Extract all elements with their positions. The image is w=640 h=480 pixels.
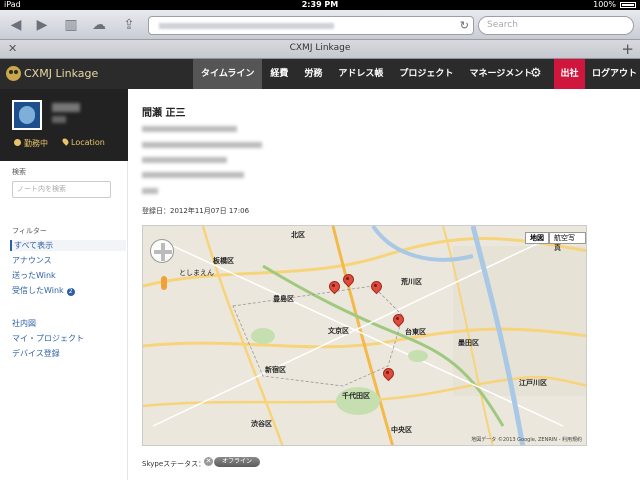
filter-section-title: フィルター — [12, 227, 47, 235]
note-search-input[interactable]: ノート内を検索 — [12, 181, 111, 198]
map-marker[interactable] — [383, 368, 392, 381]
profile-name-blurred — [52, 103, 80, 112]
battery-icon — [620, 2, 636, 8]
filter-received-wink-label: 受信したWink — [12, 286, 64, 295]
gear-icon[interactable]: ⚙ — [530, 66, 542, 81]
link-my-project[interactable]: マイ・プロジェクト — [12, 333, 84, 344]
map-marker[interactable] — [329, 281, 338, 294]
map-label-itabashi: 板橋区 — [213, 257, 234, 265]
map-label-bunkyo: 文京区 — [328, 327, 349, 335]
filter-announce[interactable]: アナウンス — [12, 255, 52, 266]
map-marker[interactable] — [343, 274, 352, 287]
nav-timeline[interactable]: タイムライン — [193, 59, 263, 89]
detail-line-blurred — [142, 172, 244, 178]
filter-received-wink[interactable]: 受信したWink 2 — [12, 285, 75, 296]
map-type-map-button[interactable]: 地図 — [525, 232, 549, 244]
map-label-chuo: 中央区 — [391, 426, 412, 434]
map-label-edogawa: 江戸川区 — [519, 379, 547, 387]
person-name: 間瀬 正三 — [142, 108, 186, 119]
location-map[interactable]: 地図 航空写真 北区 荒川区 板橋区 豊島区 文京区 台東区 墨田区 新宿区 千… — [142, 225, 587, 446]
logout-button[interactable]: ログアウト — [592, 59, 637, 89]
registered-date: 登録日：2012年11月07日 17:06 — [142, 207, 250, 215]
map-label-taito: 台東区 — [405, 328, 426, 336]
browser-toolbar: ◀ ▶ ▥ ☁ ⇪ ↻ Search — [0, 10, 640, 40]
map-label-toshimaen: としまえん — [179, 269, 214, 277]
detail-line-blurred — [142, 188, 158, 194]
new-tab-icon[interactable]: + — [621, 40, 634, 58]
nav-expenses[interactable]: 経費 — [262, 59, 296, 89]
profile-card: 勤務中 Location — [0, 89, 128, 161]
map-roads — [143, 226, 586, 445]
map-label-kita: 北区 — [291, 231, 305, 239]
filter-all[interactable]: すべて表示 — [10, 240, 126, 251]
map-pan-control[interactable] — [150, 239, 174, 263]
search-input[interactable]: Search — [478, 16, 634, 35]
bookmarks-icon[interactable]: ▥ — [62, 16, 80, 34]
map-copyright: 地図データ ©2013 Google, ZENRIN - 利用規約 — [471, 437, 582, 443]
share-icon[interactable]: ⇪ — [120, 16, 138, 34]
map-label-toshima: 豊島区 — [273, 295, 294, 303]
main-nav: タイムライン 経費 労務 アドレス帳 プロジェクト マネージメント — [193, 59, 540, 89]
skype-status-badge[interactable]: オフライン — [214, 457, 260, 467]
street-view-pegman-icon[interactable] — [161, 276, 167, 290]
tab-title[interactable]: CXMJ Linkage — [0, 43, 640, 53]
url-field[interactable]: ↻ — [148, 16, 474, 35]
detail-line-blurred — [142, 157, 227, 163]
map-label-shinjuku: 新宿区 — [265, 366, 286, 374]
nav-project[interactable]: プロジェクト — [391, 59, 461, 89]
icloud-icon[interactable]: ☁ — [90, 16, 108, 34]
map-label-arakawa: 荒川区 — [401, 278, 422, 286]
search-section-title: 検索 — [12, 168, 26, 176]
location-link[interactable]: Location — [61, 137, 105, 147]
map-label-chiyoda: 千代田区 — [342, 392, 370, 400]
app-header: CXMJ Linkage タイムライン 経費 労務 アドレス帳 プロジェクト マ… — [0, 59, 640, 89]
map-label-shibuya: 渋谷区 — [251, 420, 272, 428]
skype-offline-icon: ✕ — [204, 457, 213, 466]
owl-logo-icon — [6, 66, 21, 81]
detail-line-blurred — [142, 126, 237, 132]
nav-address-book[interactable]: アドレス帳 — [330, 59, 391, 89]
battery-percent: 100% — [593, 0, 616, 9]
sidebar: 勤務中 Location 検索 ノート内を検索 フィルター すべて表示 アナウン… — [0, 89, 128, 480]
profile-subtitle-blurred — [52, 116, 66, 123]
filter-sent-wink[interactable]: 送ったWink — [12, 270, 56, 281]
nav-management[interactable]: マネージメント — [461, 59, 540, 89]
skype-status-label: Skypeステータス： — [142, 460, 206, 468]
work-status[interactable]: 勤務中 — [14, 138, 48, 149]
reload-icon[interactable]: ↻ — [460, 17, 469, 34]
link-office-map[interactable]: 社内図 — [12, 318, 36, 329]
link-device-register[interactable]: デバイス登録 — [12, 348, 60, 359]
nav-labor[interactable]: 労務 — [296, 59, 330, 89]
avatar[interactable] — [12, 100, 42, 130]
map-type-satellite-button[interactable]: 航空写真 — [549, 232, 586, 252]
url-text — [159, 23, 334, 29]
wink-count-badge: 2 — [66, 288, 75, 296]
back-arrow-icon[interactable]: ◀ — [8, 16, 24, 34]
brand-name[interactable]: CXMJ Linkage — [24, 67, 98, 80]
main-content: 間瀬 正三 登録日：2012年11月07日 17:06 地図 航空写真 北区 荒… — [128, 89, 640, 480]
person-icon — [14, 139, 21, 146]
map-marker[interactable] — [371, 281, 380, 294]
location-label: Location — [71, 138, 105, 147]
map-label-sumida: 墨田区 — [458, 339, 479, 347]
forward-arrow-icon[interactable]: ▶ — [34, 16, 50, 34]
detail-line-blurred — [142, 142, 262, 148]
location-pin-icon — [61, 137, 70, 146]
check-in-button[interactable]: 出社 — [554, 59, 585, 89]
map-marker[interactable] — [393, 314, 402, 327]
clock: 2:39 PM — [301, 0, 339, 9]
work-status-label: 勤務中 — [24, 139, 48, 148]
status-bar: iPad 2:39 PM 100% — [0, 0, 640, 10]
tab-bar: ✕ CXMJ Linkage + — [0, 40, 640, 59]
